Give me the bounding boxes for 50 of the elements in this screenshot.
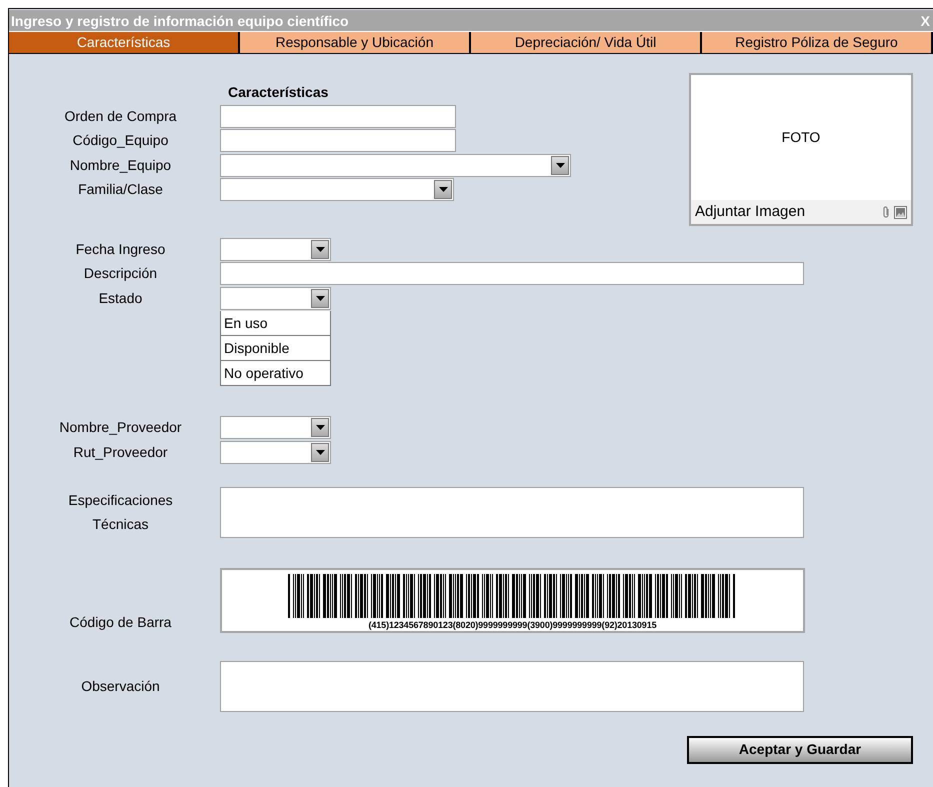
field-label: Orden de Compra <box>63 106 178 126</box>
caret-down-icon <box>316 246 324 252</box>
dropdown-option[interactable]: No operativo <box>220 360 331 386</box>
dropdown-button[interactable] <box>311 240 329 259</box>
dropdown-field[interactable] <box>220 416 331 440</box>
text-area[interactable] <box>220 660 804 712</box>
field-label: Descripción <box>82 264 158 284</box>
caret-down-icon <box>316 450 324 455</box>
window-title: Ingreso y registro de información equipo científico <box>11 12 349 31</box>
dropdown-field[interactable] <box>220 238 331 261</box>
caret-down-icon <box>438 187 448 192</box>
dropdown-field[interactable] <box>220 178 454 202</box>
dropdown-button[interactable] <box>551 156 569 175</box>
attach-label: Adjuntar Imagen <box>695 202 806 222</box>
dropdown-button[interactable] <box>311 418 329 438</box>
barcode-number: (415)1234567890123(8020)9999999999(3900)9999999999(92)20130915 <box>367 620 658 630</box>
field-label: Familia/Clase <box>77 180 164 200</box>
caret-down-icon <box>316 296 324 301</box>
dropdown-field[interactable] <box>220 154 571 177</box>
field-label: Rut_Proveedor <box>72 442 169 462</box>
dropdown-field[interactable] <box>220 286 331 310</box>
input-field[interactable] <box>220 104 456 128</box>
caret-down-icon <box>556 162 564 168</box>
section-heading: Características <box>228 83 330 102</box>
caret-down-icon <box>316 425 324 430</box>
tab[interactable]: Registro Póliza de Seguro <box>702 32 933 53</box>
field-label: Observación <box>80 677 161 696</box>
dropdown-option[interactable]: En uso <box>220 310 331 336</box>
field-label: Código_Equipo <box>72 131 170 150</box>
field-label: Estado <box>98 288 144 308</box>
dropdown-button[interactable] <box>311 442 329 462</box>
field-label: Código de Barra <box>68 612 172 632</box>
input-field[interactable] <box>220 262 804 286</box>
tab[interactable]: Características <box>9 32 240 53</box>
accept-button[interactable]: Aceptar y Guardar <box>687 736 913 764</box>
dropdown-field[interactable] <box>220 440 331 464</box>
text-area[interactable] <box>220 486 804 538</box>
dropdown-option[interactable]: Disponible <box>220 336 331 360</box>
paperclip-icon[interactable] <box>882 206 890 218</box>
field-label: Especificaciones Técnicas <box>67 491 174 534</box>
field-label: Nombre_Equipo <box>68 156 172 175</box>
field-label: Nombre_Proveedor <box>58 418 183 438</box>
photo-placeholder: FOTO <box>782 128 820 147</box>
input-field[interactable] <box>220 129 456 152</box>
dropdown-button[interactable] <box>434 180 452 200</box>
dropdown-button[interactable] <box>311 288 329 308</box>
tab[interactable]: Depreciación/ Vida Útil <box>471 32 702 53</box>
tab[interactable]: Responsable y Ubicación <box>240 32 471 53</box>
field-label: Fecha Ingreso <box>74 240 166 259</box>
image-icon[interactable] <box>894 206 907 218</box>
